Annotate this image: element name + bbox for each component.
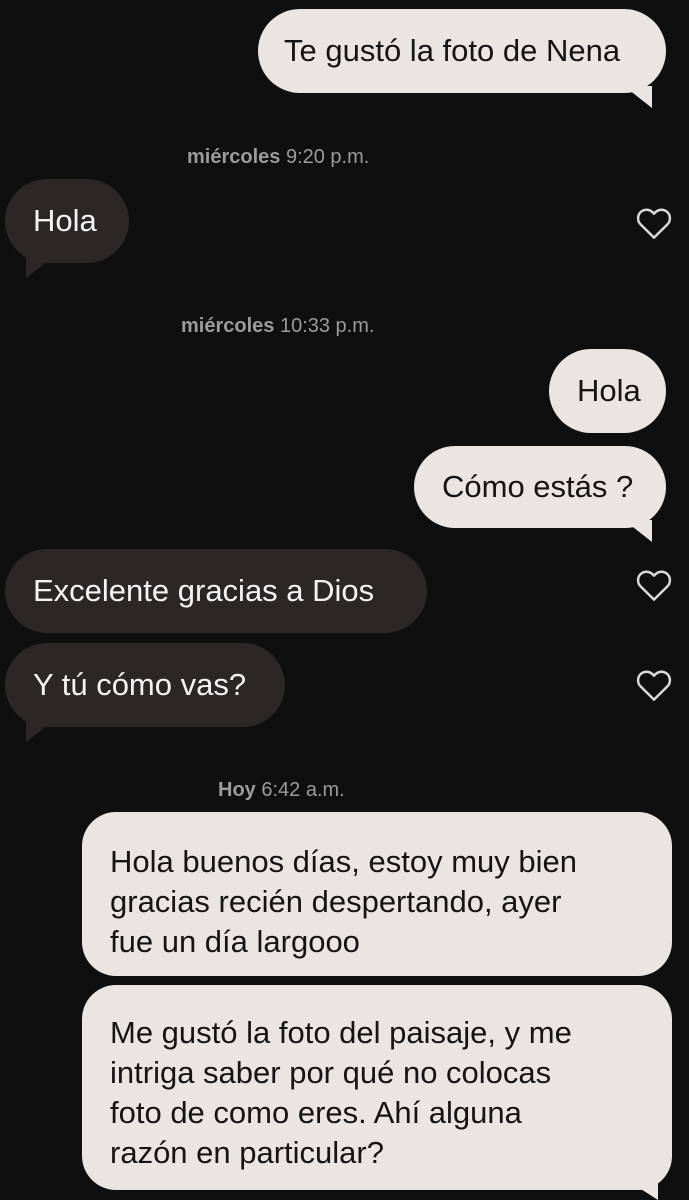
message-line: intriga saber por qué no colocas (110, 1055, 552, 1090)
outgoing-message-bubble[interactable]: Cómo estás ? (414, 446, 666, 528)
timestamp-day: Hoy (218, 779, 256, 801)
timestamp-divider: Hoy 6:42 a.m. (218, 779, 345, 802)
message-text: Cómo estás ? (442, 469, 634, 504)
timestamp-day: miércoles (181, 315, 275, 337)
bubble-tail (26, 256, 54, 278)
timestamp-time: 9:20 p.m. (285, 146, 370, 168)
bubble-tail (630, 1182, 658, 1200)
message-line: gracias recién despertando, ayer (110, 884, 562, 919)
outgoing-message-bubble[interactable]: Me gustó la foto del paisaje, y me intri… (82, 985, 672, 1190)
timestamp-divider: miércoles 10:33 p.m. (181, 315, 374, 338)
bubble-tail (624, 520, 652, 542)
incoming-message-bubble[interactable]: Hola (5, 179, 129, 263)
outgoing-message-bubble[interactable]: Hola buenos días, estoy muy bien gracias… (82, 812, 672, 976)
chat-thread: Te gustó la foto de Nena miércoles 9:20 … (0, 0, 689, 1200)
heart-outline-icon[interactable] (635, 206, 673, 240)
timestamp-time: 10:33 p.m. (279, 315, 375, 337)
message-line: fue un día largooo (110, 924, 360, 959)
message-line: Me gustó la foto del paisaje, y me (110, 1015, 572, 1050)
message-text: Hola (577, 373, 641, 408)
incoming-message-bubble[interactable]: Excelente gracias a Dios (5, 549, 427, 633)
message-text: Te gustó la foto de Nena (284, 33, 621, 68)
timestamp-time: 6:42 a.m. (261, 779, 345, 801)
message-text: Y tú cómo vas? (33, 667, 247, 702)
message-text: Hola (33, 203, 97, 238)
incoming-message-bubble[interactable]: Y tú cómo vas? (5, 643, 285, 727)
heart-outline-icon[interactable] (635, 568, 673, 602)
message-line: razón en particular? (110, 1135, 384, 1170)
message-line: Hola buenos días, estoy muy bien (110, 844, 577, 879)
message-text: Excelente gracias a Dios (33, 573, 375, 608)
timestamp-day: miércoles (187, 146, 281, 168)
bubble-tail (624, 86, 652, 108)
timestamp-divider: miércoles 9:20 p.m. (187, 146, 369, 169)
bubble-tail (26, 720, 54, 742)
message-line: foto de como eres. Ahí alguna (110, 1095, 522, 1130)
outgoing-message-bubble[interactable]: Hola (549, 349, 666, 433)
outgoing-message-bubble[interactable]: Te gustó la foto de Nena (258, 9, 666, 93)
heart-outline-icon[interactable] (635, 668, 673, 702)
